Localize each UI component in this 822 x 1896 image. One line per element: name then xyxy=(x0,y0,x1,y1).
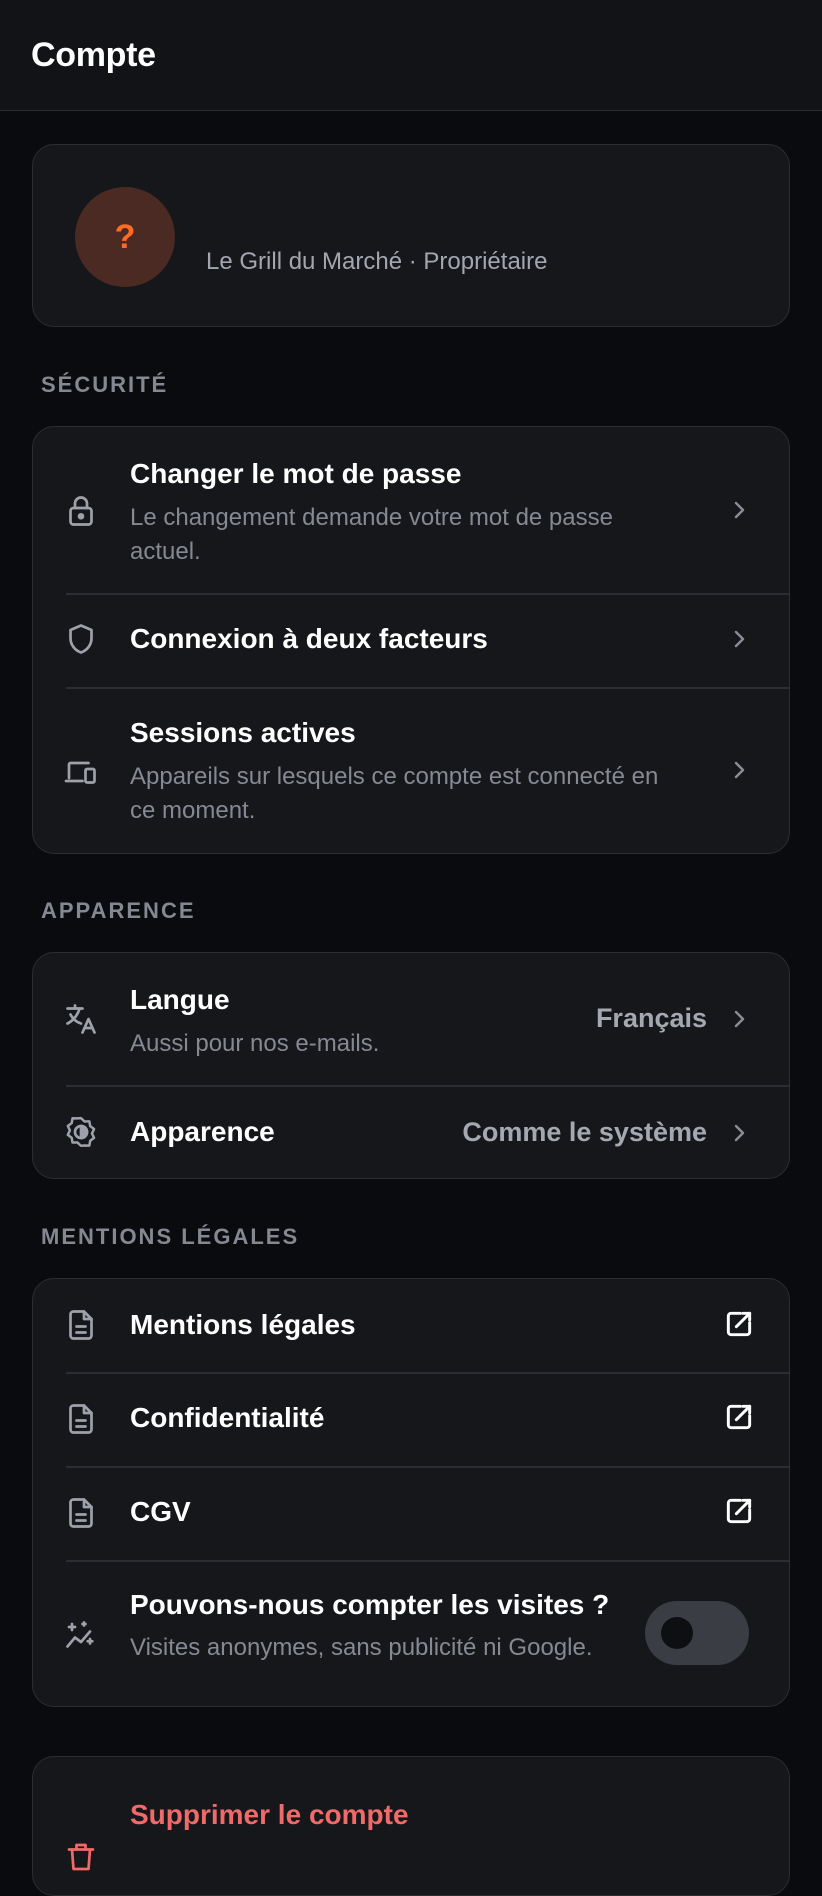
delete-account-title: Supprimer le compte xyxy=(130,1799,409,1830)
trash-icon xyxy=(63,1839,99,1875)
analytics-consent-row: Pouvons-nous compter les visites ? Visit… xyxy=(33,1561,789,1706)
privacy-row[interactable]: Confidentialité xyxy=(33,1373,789,1466)
app-header: Compte xyxy=(0,0,822,111)
row-title: Sessions actives xyxy=(130,717,356,748)
language-row[interactable]: Langue Aussi pour nos e-mails. Français xyxy=(33,953,789,1085)
change-password-row[interactable]: Changer le mot de passe Le changement de… xyxy=(33,427,789,593)
toggle-knob xyxy=(661,1617,693,1649)
sparkle-chart-icon xyxy=(63,1618,99,1654)
legal-card: Mentions légales Confidentialité CGV Pou… xyxy=(32,1278,790,1707)
profile-subtitle: Le Grill du Marché · Propriétaire xyxy=(206,248,548,275)
row-title: Apparence xyxy=(130,1116,275,1147)
active-sessions-row[interactable]: Sessions actives Appareils sur lesquels … xyxy=(33,688,789,853)
theme-row[interactable]: Apparence Comme le système xyxy=(33,1086,789,1178)
row-subtitle: Visites anonymes, sans publicité ni Goog… xyxy=(130,1634,593,1661)
document-icon xyxy=(63,1495,99,1531)
page-title: Compte xyxy=(31,36,156,74)
section-label-legal: MENTIONS LÉGALES xyxy=(41,1224,300,1249)
analytics-toggle[interactable] xyxy=(645,1601,749,1665)
section-label-appearance: APPARENCE xyxy=(41,898,196,923)
row-title: CGV xyxy=(130,1496,191,1527)
external-link-icon xyxy=(723,1308,755,1340)
document-icon xyxy=(63,1401,99,1437)
terms-row[interactable]: CGV xyxy=(33,1467,789,1560)
row-subtitle: Appareils sur lesquels ce compte est con… xyxy=(130,763,659,824)
chevron-right-icon xyxy=(727,1121,751,1145)
section-label-security: SÉCURITÉ xyxy=(41,372,169,397)
security-card: Changer le mot de passe Le changement de… xyxy=(32,426,790,854)
external-link-icon xyxy=(723,1495,755,1527)
external-link-icon xyxy=(723,1401,755,1433)
avatar[interactable]: ? xyxy=(75,187,175,287)
row-title: Mentions légales xyxy=(130,1309,356,1340)
shield-icon xyxy=(63,621,99,657)
legal-notice-row[interactable]: Mentions légales xyxy=(33,1279,789,1372)
delete-account-card[interactable]: Supprimer le compte xyxy=(32,1756,790,1896)
row-subtitle: Le changement demande votre mot de passe… xyxy=(130,504,613,565)
row-title: Pouvons-nous compter les visites ? xyxy=(130,1589,610,1620)
avatar-placeholder-icon: ? xyxy=(114,217,136,256)
lock-icon xyxy=(63,493,99,529)
row-title: Confidentialité xyxy=(130,1402,325,1433)
language-value: Français xyxy=(595,1003,707,1033)
brightness-icon xyxy=(63,1114,99,1150)
chevron-right-icon xyxy=(727,1007,751,1031)
document-icon xyxy=(63,1307,99,1343)
theme-value: Comme le système xyxy=(462,1117,707,1147)
devices-icon xyxy=(63,754,99,790)
chevron-right-icon xyxy=(727,627,751,651)
two-factor-row[interactable]: Connexion à deux facteurs xyxy=(33,594,789,687)
chevron-right-icon xyxy=(727,758,751,782)
appearance-card: Langue Aussi pour nos e-mails. Français … xyxy=(32,952,790,1179)
translate-icon xyxy=(63,1001,99,1037)
row-title: Connexion à deux facteurs xyxy=(130,623,488,654)
chevron-right-icon xyxy=(727,498,751,522)
row-title: Langue xyxy=(130,984,230,1015)
profile-card[interactable]: ? Le Grill du Marché · Propriétaire xyxy=(32,144,790,327)
row-title: Changer le mot de passe xyxy=(130,458,462,489)
